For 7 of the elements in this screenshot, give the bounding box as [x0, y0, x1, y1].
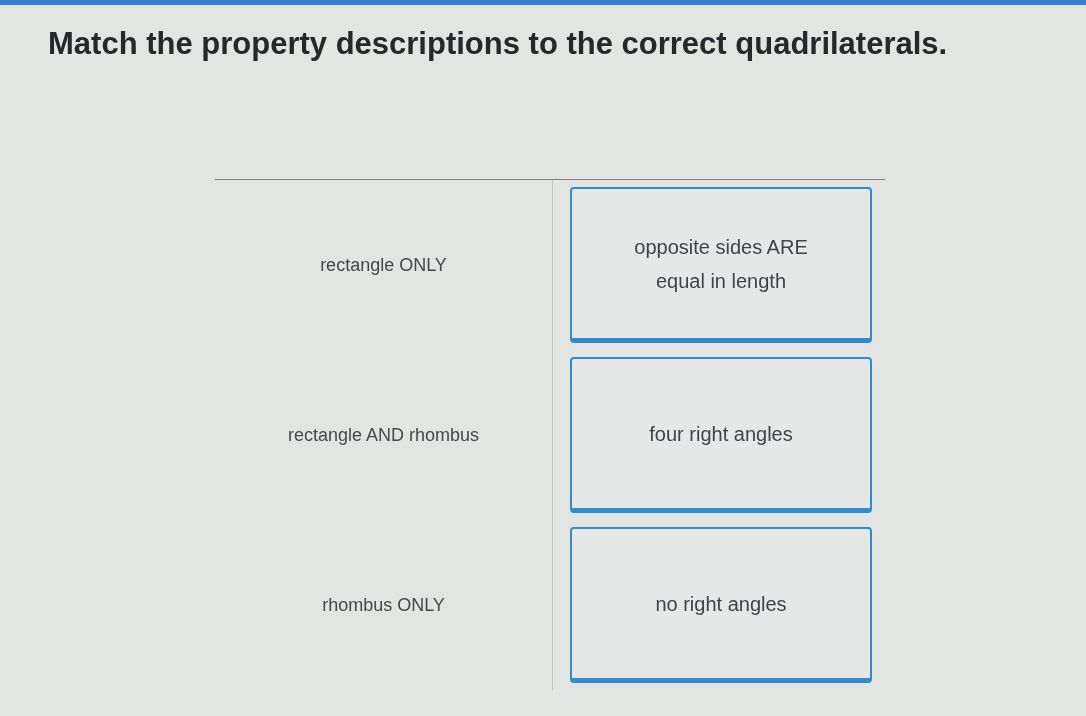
answer-card[interactable]: four right angles — [570, 357, 872, 513]
target-label: rectangle AND rhombus — [287, 424, 480, 446]
target-label: rhombus ONLY — [322, 594, 445, 616]
answer-card[interactable]: opposite sides ARE equal in length — [570, 187, 872, 343]
target-label: rectangle ONLY — [320, 254, 447, 276]
question-title: Match the property descriptions to the correct quadrilaterals. — [48, 25, 949, 63]
answer-card[interactable]: no right angles — [570, 527, 872, 683]
